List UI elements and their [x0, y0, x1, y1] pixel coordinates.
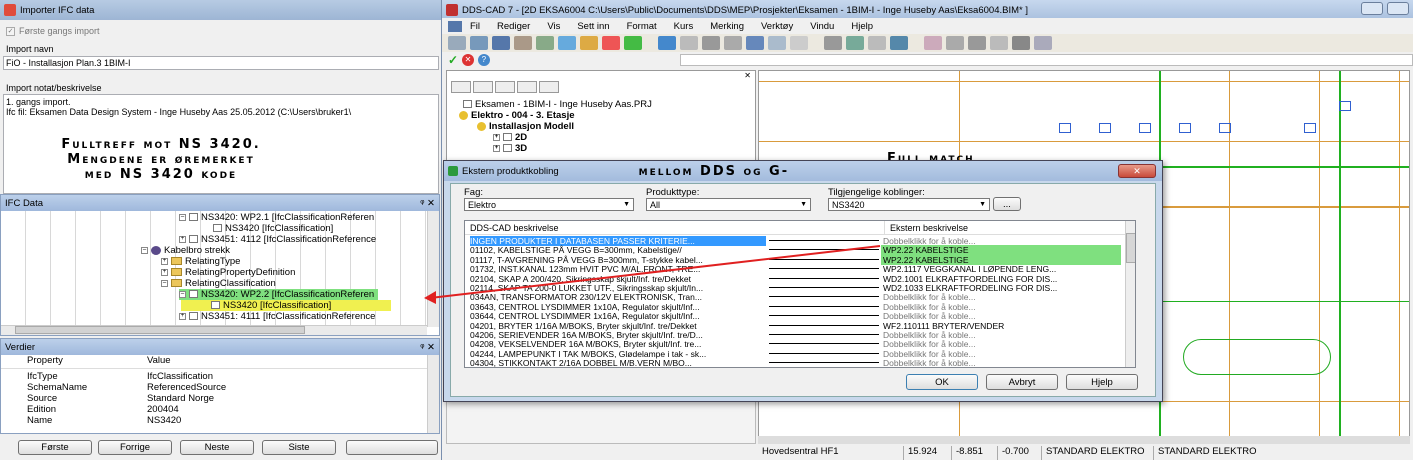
- annotation-arrow: [424, 245, 881, 304]
